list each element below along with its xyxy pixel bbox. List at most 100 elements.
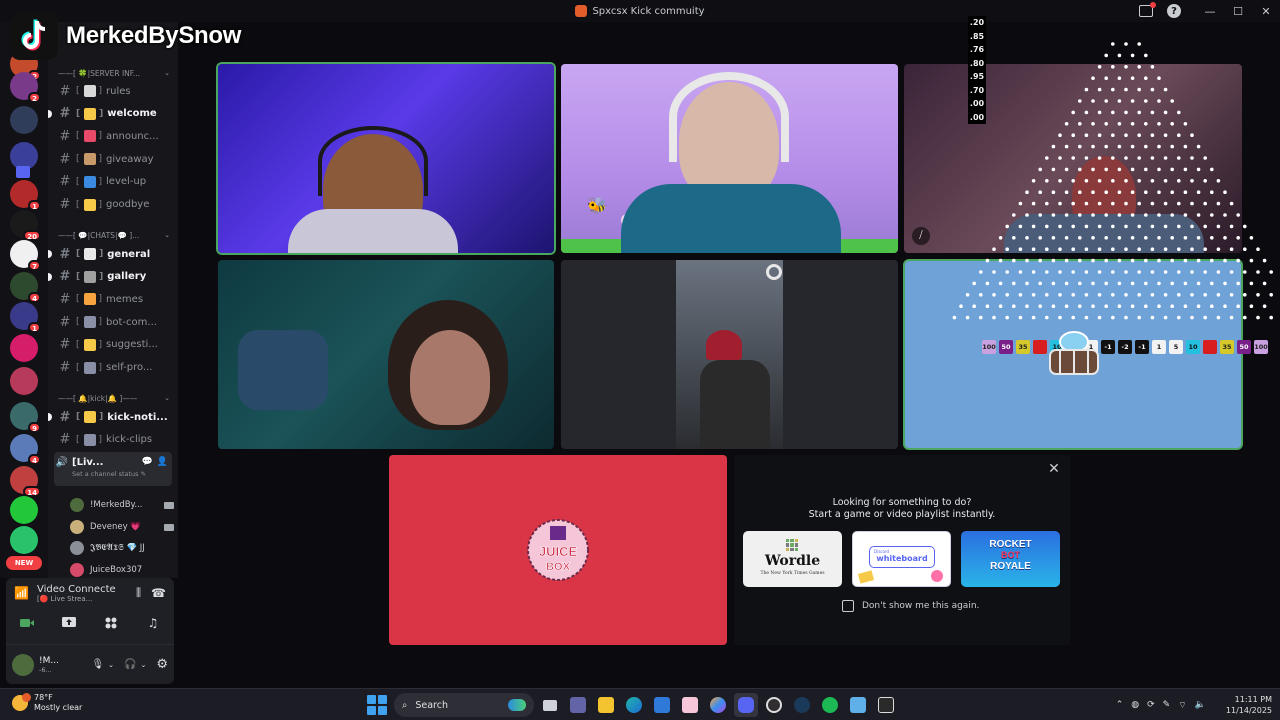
wordle-activity-card[interactable]: Wordle The New York Times Games — [743, 531, 842, 587]
server-icon-15[interactable] — [10, 496, 38, 524]
start-button[interactable] — [367, 695, 387, 715]
chevron-up-icon[interactable]: ⌃ — [1116, 700, 1124, 710]
plinko-peg — [1243, 293, 1247, 297]
channel-bot-com[interactable]: # [] bot-com... — [48, 312, 176, 332]
channel-level-up[interactable]: # [] level-up — [48, 172, 176, 192]
discord-app[interactable] — [734, 693, 758, 717]
pen-icon[interactable]: ✎ — [1163, 700, 1171, 710]
tray-app-icon[interactable]: ◍ — [1131, 700, 1139, 710]
voice-member[interactable]: Deveney 💗 — [70, 517, 174, 537]
maximize-button[interactable]: ☐ — [1224, 0, 1252, 22]
server-icon-11[interactable] — [10, 367, 38, 395]
juicebox-stream-tile[interactable]: JUICE BOX — [389, 455, 727, 645]
headphones-icon[interactable]: 🎧 — [124, 659, 136, 670]
server-icon-7[interactable]: 7 — [10, 240, 41, 271]
signal-icon[interactable]: 📶 — [14, 586, 29, 600]
channel-memes[interactable]: # [] memes — [48, 289, 176, 309]
soundboard-button[interactable]: ♫ — [138, 612, 168, 634]
store-app[interactable] — [650, 693, 674, 717]
server-icon-8[interactable]: 4 — [10, 272, 41, 303]
screen-share-button[interactable] — [54, 612, 84, 634]
server-icon-9[interactable]: 1 — [10, 302, 41, 333]
server-icon-16[interactable] — [10, 526, 38, 554]
volume-icon[interactable]: 🔈 — [1195, 700, 1206, 710]
multiplier-value: .00 — [969, 112, 985, 122]
voice-member[interactable]: !MerkedBy... — [70, 495, 174, 515]
activity-heading: Looking for something to do? Start a gam… — [734, 497, 1070, 521]
video-tile-4[interactable] — [218, 260, 554, 449]
close-activity-button[interactable]: ✕ — [1046, 461, 1062, 477]
category-kick[interactable]: ——[ 🔔|kick|🔔 ]—— ⌄ — [58, 391, 176, 405]
server-icon-2[interactable]: 2 — [10, 72, 41, 103]
channel-self-pro[interactable]: # [] self-pro... — [48, 358, 176, 378]
minimize-button[interactable]: — — [1196, 0, 1224, 22]
video-tile-3[interactable]: ⧸ — [904, 64, 1242, 253]
voice-member[interactable]: 𝕵𝕭𝕰𝕬𝕿𝕾 💎 JJ — [70, 538, 174, 558]
dont-show-again-option[interactable]: Don't show me this again. — [842, 600, 979, 612]
clock[interactable]: 11:11 PM 11/14/2025 — [1226, 694, 1272, 716]
whiteboard-activity-card[interactable]: Discord whiteboard — [852, 531, 951, 587]
channel-suggesti[interactable]: # [] suggesti... — [48, 335, 176, 355]
dont-show-checkbox[interactable] — [842, 600, 854, 612]
notepad-app[interactable] — [846, 693, 870, 717]
video-tile-5[interactable] — [561, 260, 898, 449]
video-tile-2[interactable]: 🐝 — [561, 64, 898, 253]
server-folder-icon[interactable] — [16, 166, 30, 178]
chevron-down-icon[interactable]: ⌄ — [108, 661, 114, 669]
channel-gallery[interactable]: # [] gallery — [48, 267, 176, 287]
voice-channel-sub[interactable]: [🔴 Live Strea... — [37, 595, 116, 603]
add-member-icon[interactable]: 👤 — [157, 457, 168, 467]
category-server-info[interactable]: ——[ 🍀|SERVER INF... ⌄ — [58, 66, 176, 80]
task-view-button[interactable] — [538, 693, 562, 717]
camera-button[interactable] — [12, 612, 42, 634]
channel-giveaway[interactable]: # [] giveaway — [48, 149, 176, 169]
gear-icon[interactable]: ⚙ — [156, 657, 168, 672]
channel-status-link[interactable]: Set a channel status ✎ — [72, 470, 172, 478]
epic-games-app[interactable] — [874, 693, 898, 717]
wifi-icon[interactable]: ⌔ — [1178, 700, 1186, 711]
new-servers-pill[interactable]: NEW — [6, 556, 42, 570]
server-icon-13[interactable]: 4 — [10, 434, 41, 465]
chevron-down-icon[interactable]: ⌄ — [140, 661, 146, 669]
server-icon-12[interactable]: 9 — [10, 402, 41, 433]
activities-button[interactable] — [96, 612, 126, 634]
weather-widget[interactable]: 78°F Mostly clear — [12, 693, 82, 713]
channel-general[interactable]: # [] general — [48, 244, 176, 264]
category-chats[interactable]: ——[ 💬|CHATS|💬 ]... ⌄ — [58, 228, 176, 242]
video-tile-1[interactable] — [218, 64, 554, 253]
user-avatar[interactable] — [12, 653, 34, 676]
channel-welcome[interactable]: # [] welcome — [48, 104, 176, 124]
sync-icon[interactable]: ⟳ — [1147, 700, 1155, 710]
spotify-app[interactable] — [818, 693, 842, 717]
close-window-button[interactable]: ✕ — [1252, 0, 1280, 22]
server-icon-5[interactable]: 1 — [10, 180, 41, 211]
photos-app[interactable] — [678, 693, 702, 717]
server-icon-14[interactable]: 14 — [10, 466, 41, 497]
voice-channel-live[interactable]: 🔊 [ Liv... 💬 👤 Set a channel status ✎ — [54, 452, 172, 486]
help-button[interactable]: ? — [1160, 0, 1188, 22]
voice-member[interactable]: JuiceBox307 — [70, 560, 174, 578]
inbox-button[interactable] — [1132, 0, 1160, 22]
teams-app[interactable] — [566, 693, 590, 717]
server-icon-3[interactable] — [10, 106, 38, 134]
channel-kick-noti[interactable]: # [] kick-noti... — [48, 407, 176, 427]
search-box[interactable]: ⌕ Search — [394, 693, 534, 717]
channel-rules[interactable]: # [] rules — [48, 81, 176, 101]
channel-announc[interactable]: # [] announc... — [48, 126, 176, 146]
server-rail: 221207419414 — [0, 22, 48, 578]
file-explorer-app[interactable] — [594, 693, 618, 717]
chat-bubble-icon[interactable]: 💬 — [142, 457, 153, 467]
copilot-app[interactable] — [706, 693, 730, 717]
channel-kick-clips[interactable]: # [] kick-clips — [48, 430, 176, 450]
noise-suppression-icon[interactable]: ⫼ — [136, 586, 141, 600]
rocket-bot-royale-card[interactable]: ROCKET BOT ROYALE — [961, 531, 1060, 587]
microphone-icon[interactable]: 🎙 — [91, 659, 104, 670]
server-icon-10[interactable] — [10, 334, 38, 362]
disconnect-icon[interactable]: ☎ — [151, 586, 166, 600]
steam-app[interactable] — [790, 693, 814, 717]
channel-goodbye[interactable]: # [] goodbye — [48, 195, 176, 215]
obs-app[interactable] — [762, 693, 786, 717]
server-icon-6[interactable]: 20 — [10, 210, 41, 241]
user-name-block[interactable]: !M... -6... — [39, 656, 69, 674]
edge-app[interactable] — [622, 693, 646, 717]
